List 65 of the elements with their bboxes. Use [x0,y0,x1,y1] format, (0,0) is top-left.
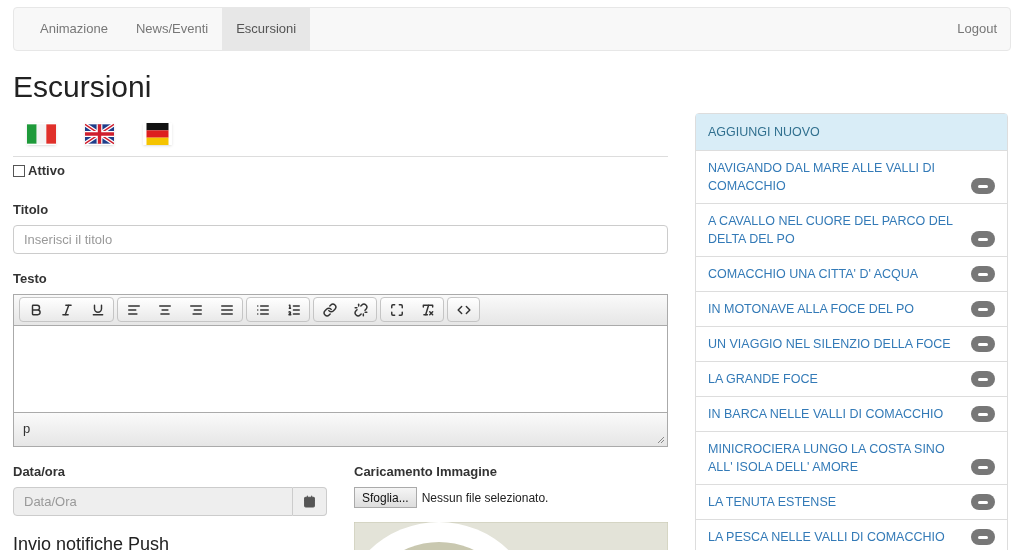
nav-tab[interactable]: Animazione [26,8,122,50]
date-field[interactable]: Data/Ora [13,487,293,516]
minus-icon [978,377,988,381]
minus-icon [978,465,988,469]
uk-flag-icon[interactable] [85,123,114,145]
remove-button[interactable] [971,459,995,475]
remove-button[interactable] [971,406,995,422]
checkbox-label: Attivo [28,162,65,180]
minus-icon [978,342,988,346]
checkbox[interactable] [13,164,25,177]
fullscreen-icon [389,302,404,317]
italy-flag-icon[interactable] [27,123,56,145]
minus-icon [978,412,988,416]
remove-button[interactable] [971,266,995,282]
minus-icon [978,237,988,241]
logout-link[interactable]: Logout [944,8,1010,50]
list-item-link[interactable]: IN MOTONAVE ALLA FOCE DEL PO [708,300,969,318]
link-icon [322,302,337,317]
list-item-link[interactable]: NAVIGANDO DAL MARE ALLE VALLI DI COMACCHIO [708,159,969,195]
bullet-list-icon [255,302,270,317]
minus-icon [978,184,988,188]
align-center-icon [157,302,172,317]
remove-button[interactable] [971,529,995,545]
field-label: Titolo [13,200,50,219]
minus-icon [978,272,988,276]
section-heading: Invio notifiche Push [13,533,171,550]
list-item-link[interactable]: IN BARCA NELLE VALLI DI COMACCHIO [708,405,969,423]
minus-icon [978,307,988,311]
list-item-link[interactable]: LA GRANDE FOCE [708,370,969,388]
field-label: Data/ora [13,462,67,481]
list-item-link[interactable]: MINICROCIERA LUNGO LA COSTA SINO ALL' ISOLA DELL' AMORE [708,440,969,476]
title-field[interactable]: Inserisci il titolo [13,225,668,254]
numbered-list-icon [286,302,301,317]
italic-icon [59,302,74,317]
remove-button[interactable] [971,371,995,387]
align-left-icon [126,302,141,317]
page-title: Escursioni [13,69,153,105]
element-path: p [23,420,31,439]
nav-tab[interactable]: News/Eventi [121,8,223,50]
minus-icon [978,535,988,539]
align-right-icon [188,302,203,317]
field-label: Testo [13,270,48,288]
calendar-icon [303,495,316,508]
list-item-link[interactable]: UN VIAGGIO NEL SILENZIO DELLA FOCE [708,335,969,353]
minus-icon [978,500,988,504]
calendar-button[interactable] [293,487,327,516]
align-justify-icon [219,302,234,317]
file-status: Nessun file selezionato. [421,489,549,507]
list-item-link[interactable]: LA TENUTA ESTENSE [708,493,969,511]
resize-handle-icon[interactable] [657,435,665,444]
field-label: Caricamento Immagine [354,462,499,481]
underline-icon [90,302,105,317]
nav-tab[interactable]: Escursioni [222,8,311,50]
remove-button[interactable] [971,301,995,317]
add-new-link[interactable]: AGGIUNGI NUOVO [696,114,1007,150]
remove-button[interactable] [971,231,995,247]
remove-button[interactable] [971,178,995,194]
list-item-link[interactable]: COMACCHIO UNA CITTA' D' ACQUA [708,265,969,283]
list-item-link[interactable]: LA PESCA NELLE VALLI DI COMACCHIO [708,528,969,546]
clear-format-icon [420,302,435,317]
unlink-icon [353,302,368,317]
browse-button[interactable]: Sfoglia... [354,487,417,508]
remove-button[interactable] [971,336,995,352]
list-item-link[interactable]: A CAVALLO NEL CUORE DEL PARCO DEL DELTA DEL PO [708,212,969,248]
remove-button[interactable] [971,494,995,510]
